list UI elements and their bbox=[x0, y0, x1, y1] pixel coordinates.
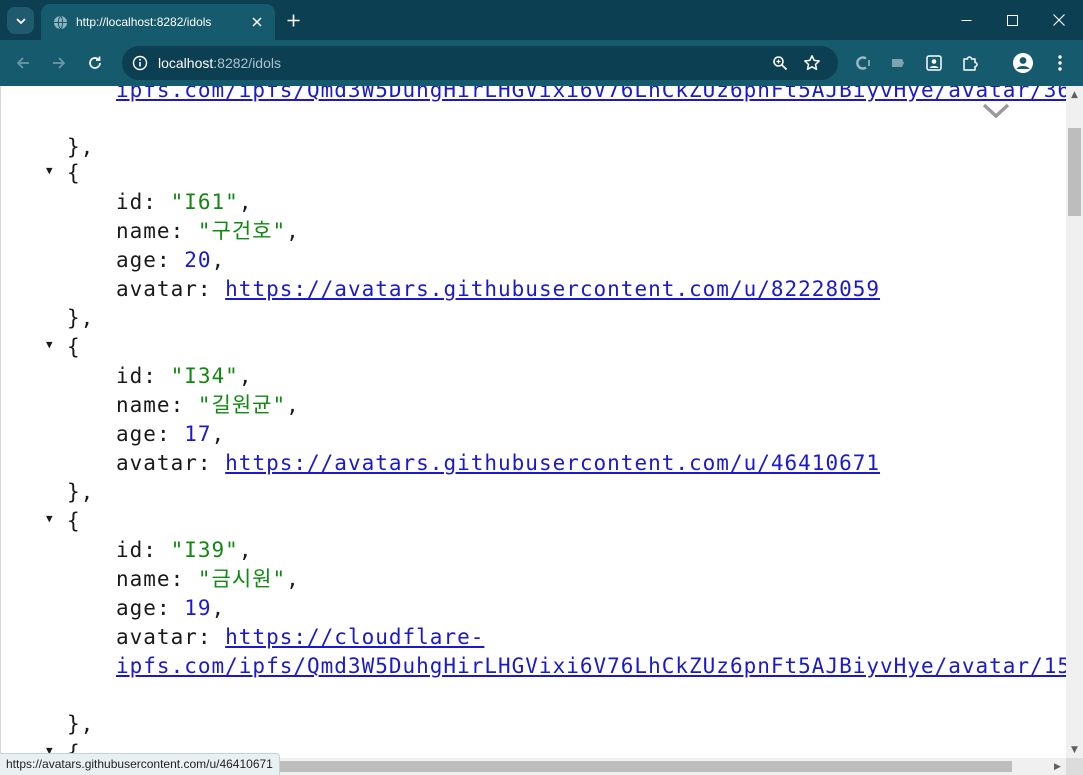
json-field-avatar: avatar: https://cloudflare- bbox=[116, 625, 485, 649]
previous-avatar-link[interactable]: ipfs.com/ipfs/Qmd3W5DuhgHirLHGVixi6V76Lh… bbox=[116, 86, 1066, 105]
tag-icon bbox=[892, 59, 904, 67]
scroll-down-arrow-icon[interactable]: ▼ bbox=[1066, 741, 1083, 758]
active-tab[interactable]: http://localhost:8282/idols bbox=[41, 4, 275, 40]
object-close-brace: }, bbox=[67, 712, 95, 736]
plus-icon bbox=[287, 14, 299, 26]
back-button[interactable] bbox=[9, 49, 37, 77]
chevron-down-icon bbox=[15, 17, 26, 24]
id-card-icon bbox=[926, 55, 942, 71]
json-field-avatar: avatar: https://avatars.githubuserconten… bbox=[116, 277, 881, 301]
object-open-brace: { bbox=[67, 509, 81, 533]
object-close-brace: }, bbox=[67, 480, 95, 504]
url-path: :8282/idols bbox=[213, 55, 281, 71]
scrollbar-corner bbox=[1066, 758, 1083, 775]
collapse-triangle-icon[interactable]: ▼ bbox=[46, 513, 58, 525]
status-bubble: https://avatars.githubusercontent.com/u/… bbox=[0, 753, 280, 775]
json-field-age: age: 19, bbox=[116, 596, 226, 620]
page-viewport: ipfs.com/ipfs/Qmd3W5DuhgHirLHGVixi6V76Lh… bbox=[0, 86, 1066, 758]
object-open-brace: { bbox=[67, 335, 81, 359]
zoom-icon[interactable] bbox=[768, 51, 792, 75]
json-field-age: age: 17, bbox=[116, 422, 226, 446]
new-tab-button[interactable] bbox=[281, 8, 305, 32]
json-field-avatar: avatar: https://avatars.githubuserconten… bbox=[116, 451, 881, 475]
json-field-id: id: "I61", bbox=[116, 190, 253, 214]
minimize-icon bbox=[961, 19, 971, 21]
more-vertical-icon bbox=[1058, 55, 1062, 71]
close-tab-icon[interactable] bbox=[247, 12, 267, 32]
close-icon bbox=[1053, 14, 1065, 26]
avatar-link-continued[interactable]: ipfs.com/ipfs/Qmd3W5DuhgHirLHGVixi6V76Lh… bbox=[116, 652, 1066, 681]
close-window-button[interactable] bbox=[1036, 0, 1082, 40]
avatar-link[interactable]: https://cloudflare- bbox=[225, 625, 484, 649]
json-field-id: id: "I39", bbox=[116, 538, 253, 562]
site-info-icon[interactable] bbox=[130, 53, 150, 73]
address-bar[interactable]: localhost:8282/idols bbox=[122, 46, 838, 80]
avatar-icon bbox=[1013, 53, 1033, 73]
arrow-right-icon bbox=[53, 57, 66, 69]
extension-c-icon bbox=[856, 56, 870, 70]
url-text[interactable]: localhost:8282/idols bbox=[158, 54, 281, 72]
maximize-button[interactable] bbox=[989, 0, 1035, 40]
avatar-link[interactable]: https://avatars.githubusercontent.com/u/… bbox=[225, 277, 880, 301]
json-field-name: name: "길원균", bbox=[116, 393, 300, 417]
bookmark-star-icon[interactable] bbox=[800, 51, 824, 75]
puzzle-icon bbox=[963, 56, 978, 71]
json-field-id: id: "I34", bbox=[116, 364, 253, 388]
minimize-button[interactable] bbox=[943, 0, 989, 40]
avatar-link[interactable]: https://avatars.githubusercontent.com/u/… bbox=[225, 451, 880, 475]
tab-search-button[interactable] bbox=[7, 7, 34, 34]
object-close-brace: }, bbox=[67, 135, 95, 159]
collapse-triangle-icon[interactable]: ▼ bbox=[46, 165, 58, 177]
vertical-scrollbar[interactable]: ▲ ▼ bbox=[1066, 86, 1083, 758]
object-open-brace: { bbox=[67, 161, 81, 185]
forward-button[interactable] bbox=[45, 49, 73, 77]
profile-button[interactable] bbox=[1009, 49, 1037, 77]
reload-button[interactable] bbox=[81, 49, 109, 77]
json-field-name: name: "구건호", bbox=[116, 219, 300, 243]
menu-button[interactable] bbox=[1046, 49, 1074, 77]
globe-icon bbox=[52, 14, 68, 30]
object-close-brace: }, bbox=[67, 306, 95, 330]
extension-tag-button[interactable] bbox=[884, 49, 912, 77]
json-field-name: name: "금시원", bbox=[116, 567, 300, 591]
arrow-left-icon bbox=[16, 57, 29, 69]
extension-c-button[interactable] bbox=[849, 49, 877, 77]
tab-strip: http://localhost:8282/idols bbox=[0, 0, 1083, 40]
json-field-age: age: 20, bbox=[116, 248, 226, 272]
maximize-icon bbox=[1006, 14, 1018, 26]
browser-toolbar: localhost:8282/idols bbox=[0, 40, 1083, 86]
reload-icon bbox=[89, 56, 101, 69]
scroll-right-arrow-icon[interactable]: ▶ bbox=[1049, 758, 1066, 775]
chevron-down-icon[interactable] bbox=[981, 100, 1011, 122]
scroll-up-arrow-icon[interactable]: ▲ bbox=[1066, 86, 1083, 103]
tab-title: http://localhost:8282/idols bbox=[76, 15, 212, 29]
collapse-triangle-icon[interactable]: ▼ bbox=[46, 339, 58, 351]
vertical-scroll-thumb[interactable] bbox=[1068, 128, 1081, 216]
url-host: localhost bbox=[158, 55, 214, 71]
extension-profile-card-button[interactable] bbox=[920, 49, 948, 77]
extensions-button[interactable] bbox=[956, 49, 984, 77]
